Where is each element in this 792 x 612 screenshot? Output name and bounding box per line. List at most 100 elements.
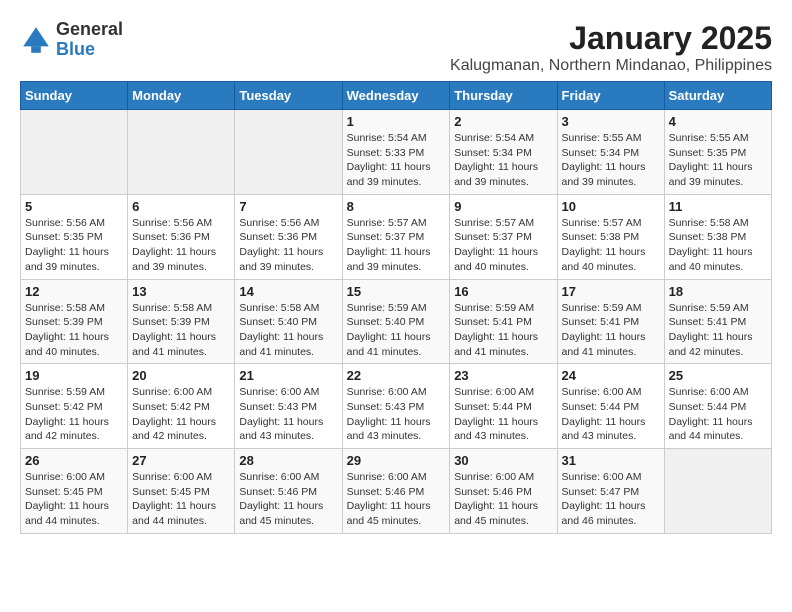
day-number: 18 (669, 284, 767, 299)
weekday-header: Wednesday (342, 82, 450, 110)
calendar-week-row: 26 Sunrise: 6:00 AMSunset: 5:45 PMDayligh… (21, 449, 772, 534)
day-number: 8 (347, 199, 446, 214)
day-info: Sunrise: 5:56 AMSunset: 5:36 PMDaylight:… (132, 216, 230, 275)
day-info: Sunrise: 6:00 AMSunset: 5:46 PMDaylight:… (454, 470, 552, 529)
day-info: Sunrise: 5:57 AMSunset: 5:38 PMDaylight:… (562, 216, 660, 275)
calendar-day-cell: 30 Sunrise: 6:00 AMSunset: 5:46 PMDayligh… (450, 449, 557, 534)
calendar-day-cell: 24Sunrise: 6:00 AMSunset: 5:44 PMDayligh… (557, 364, 664, 449)
calendar-day-cell: 3 Sunrise: 5:55 AMSunset: 5:34 PMDaylight… (557, 110, 664, 195)
day-number: 14 (239, 284, 337, 299)
calendar-day-cell: 21 Sunrise: 6:00 AMSunset: 5:43 PMDayligh… (235, 364, 342, 449)
day-number: 31 (562, 453, 660, 468)
calendar-day-cell: 27 Sunrise: 6:00 AMSunset: 5:45 PMDayligh… (128, 449, 235, 534)
day-info: Sunrise: 5:55 AMSunset: 5:34 PMDaylight:… (562, 131, 660, 190)
calendar-day-cell (21, 110, 128, 195)
calendar-week-row: 19 Sunrise: 5:59 AMSunset: 5:42 PMDayligh… (21, 364, 772, 449)
day-info: Sunrise: 6:00 AMSunset: 5:44 PMDaylight:… (454, 385, 552, 444)
calendar-day-cell: 2 Sunrise: 5:54 AMSunset: 5:34 PMDaylight… (450, 110, 557, 195)
calendar-day-cell: 5 Sunrise: 5:56 AMSunset: 5:35 PMDaylight… (21, 194, 128, 279)
day-number: 25 (669, 368, 767, 383)
day-number: 19 (25, 368, 123, 383)
day-info: Sunrise: 6:00 AMSunset: 5:45 PMDaylight:… (25, 470, 123, 529)
calendar-day-cell: 7Sunrise: 5:56 AMSunset: 5:36 PMDaylight… (235, 194, 342, 279)
logo-text: General Blue (56, 20, 123, 60)
day-info: Sunrise: 5:55 AMSunset: 5:35 PMDaylight:… (669, 131, 767, 190)
calendar-day-cell: 8 Sunrise: 5:57 AMSunset: 5:37 PMDaylight… (342, 194, 450, 279)
day-info: Sunrise: 6:00 AMSunset: 5:47 PMDaylight:… (562, 470, 660, 529)
day-number: 1 (347, 114, 446, 129)
calendar-day-cell: 6 Sunrise: 5:56 AMSunset: 5:36 PMDaylight… (128, 194, 235, 279)
calendar-table: SundayMondayTuesdayWednesdayThursdayFrid… (20, 81, 772, 534)
calendar-day-cell: 15 Sunrise: 5:59 AMSunset: 5:40 PMDayligh… (342, 279, 450, 364)
day-number: 30 (454, 453, 552, 468)
calendar-day-cell: 14 Sunrise: 5:58 AMSunset: 5:40 PMDayligh… (235, 279, 342, 364)
day-info: Sunrise: 6:00 AMSunset: 5:46 PMDaylight:… (239, 470, 337, 529)
day-number: 5 (25, 199, 123, 214)
day-number: 29 (347, 453, 446, 468)
calendar-day-cell: 16 Sunrise: 5:59 AMSunset: 5:41 PMDayligh… (450, 279, 557, 364)
day-info: Sunrise: 5:59 AMSunset: 5:41 PMDaylight:… (669, 301, 767, 360)
calendar-day-cell: 13 Sunrise: 5:58 AMSunset: 5:39 PMDayligh… (128, 279, 235, 364)
calendar-day-cell: 1 Sunrise: 5:54 AMSunset: 5:33 PMDaylight… (342, 110, 450, 195)
calendar-day-cell (128, 110, 235, 195)
day-info: Sunrise: 5:56 AMSunset: 5:36 PMDaylight:… (239, 216, 337, 275)
calendar-day-cell: 18 Sunrise: 5:59 AMSunset: 5:41 PMDayligh… (664, 279, 771, 364)
calendar-day-cell: 10Sunrise: 5:57 AMSunset: 5:38 PMDayligh… (557, 194, 664, 279)
day-number: 9 (454, 199, 552, 214)
day-info: Sunrise: 5:59 AMSunset: 5:41 PMDaylight:… (454, 301, 552, 360)
day-info: Sunrise: 6:00 AMSunset: 5:43 PMDaylight:… (347, 385, 446, 444)
day-info: Sunrise: 6:00 AMSunset: 5:46 PMDaylight:… (347, 470, 446, 529)
calendar-day-cell: 12Sunrise: 5:58 AMSunset: 5:39 PMDayligh… (21, 279, 128, 364)
calendar-day-cell: 23 Sunrise: 6:00 AMSunset: 5:44 PMDayligh… (450, 364, 557, 449)
day-number: 12 (25, 284, 123, 299)
day-info: Sunrise: 5:57 AMSunset: 5:37 PMDaylight:… (347, 216, 446, 275)
weekday-header: Sunday (21, 82, 128, 110)
calendar-day-cell: 9 Sunrise: 5:57 AMSunset: 5:37 PMDaylight… (450, 194, 557, 279)
day-number: 3 (562, 114, 660, 129)
day-info: Sunrise: 5:58 AMSunset: 5:40 PMDaylight:… (239, 301, 337, 360)
day-number: 28 (239, 453, 337, 468)
day-info: Sunrise: 6:00 AMSunset: 5:43 PMDaylight:… (239, 385, 337, 444)
day-info: Sunrise: 5:57 AMSunset: 5:37 PMDaylight:… (454, 216, 552, 275)
day-number: 20 (132, 368, 230, 383)
logo: General Blue (20, 20, 123, 60)
weekday-header: Monday (128, 82, 235, 110)
calendar-day-cell: 25 Sunrise: 6:00 AMSunset: 5:44 PMDayligh… (664, 364, 771, 449)
day-number: 6 (132, 199, 230, 214)
day-number: 17 (562, 284, 660, 299)
logo-icon (20, 24, 52, 56)
day-number: 22 (347, 368, 446, 383)
calendar-header-row: SundayMondayTuesdayWednesdayThursdayFrid… (21, 82, 772, 110)
day-number: 27 (132, 453, 230, 468)
day-info: Sunrise: 5:58 AMSunset: 5:39 PMDaylight:… (132, 301, 230, 360)
weekday-header: Tuesday (235, 82, 342, 110)
day-number: 13 (132, 284, 230, 299)
day-info: Sunrise: 6:00 AMSunset: 5:44 PMDaylight:… (669, 385, 767, 444)
day-info: Sunrise: 5:54 AMSunset: 5:33 PMDaylight:… (347, 131, 446, 190)
calendar-day-cell: 28 Sunrise: 6:00 AMSunset: 5:46 PMDayligh… (235, 449, 342, 534)
calendar-day-cell: 31 Sunrise: 6:00 AMSunset: 5:47 PMDayligh… (557, 449, 664, 534)
calendar-week-row: 1 Sunrise: 5:54 AMSunset: 5:33 PMDaylight… (21, 110, 772, 195)
day-info: Sunrise: 5:59 AMSunset: 5:40 PMDaylight:… (347, 301, 446, 360)
calendar-day-cell: 11 Sunrise: 5:58 AMSunset: 5:38 PMDayligh… (664, 194, 771, 279)
day-info: Sunrise: 5:54 AMSunset: 5:34 PMDaylight:… (454, 131, 552, 190)
day-number: 21 (239, 368, 337, 383)
day-info: Sunrise: 5:56 AMSunset: 5:35 PMDaylight:… (25, 216, 123, 275)
day-number: 23 (454, 368, 552, 383)
calendar-day-cell: 29 Sunrise: 6:00 AMSunset: 5:46 PMDayligh… (342, 449, 450, 534)
calendar-day-cell (664, 449, 771, 534)
calendar-day-cell: 17 Sunrise: 5:59 AMSunset: 5:41 PMDayligh… (557, 279, 664, 364)
calendar-day-cell: 19 Sunrise: 5:59 AMSunset: 5:42 PMDayligh… (21, 364, 128, 449)
day-info: Sunrise: 5:59 AMSunset: 5:41 PMDaylight:… (562, 301, 660, 360)
day-number: 16 (454, 284, 552, 299)
day-info: Sunrise: 5:59 AMSunset: 5:42 PMDaylight:… (25, 385, 123, 444)
calendar-day-cell: 20Sunrise: 6:00 AMSunset: 5:42 PMDayligh… (128, 364, 235, 449)
day-number: 26 (25, 453, 123, 468)
calendar-day-cell: 4Sunrise: 5:55 AMSunset: 5:35 PMDaylight… (664, 110, 771, 195)
day-info: Sunrise: 6:00 AMSunset: 5:44 PMDaylight:… (562, 385, 660, 444)
day-number: 2 (454, 114, 552, 129)
day-info: Sunrise: 5:58 AMSunset: 5:38 PMDaylight:… (669, 216, 767, 275)
day-info: Sunrise: 6:00 AMSunset: 5:45 PMDaylight:… (132, 470, 230, 529)
day-number: 15 (347, 284, 446, 299)
day-number: 11 (669, 199, 767, 214)
